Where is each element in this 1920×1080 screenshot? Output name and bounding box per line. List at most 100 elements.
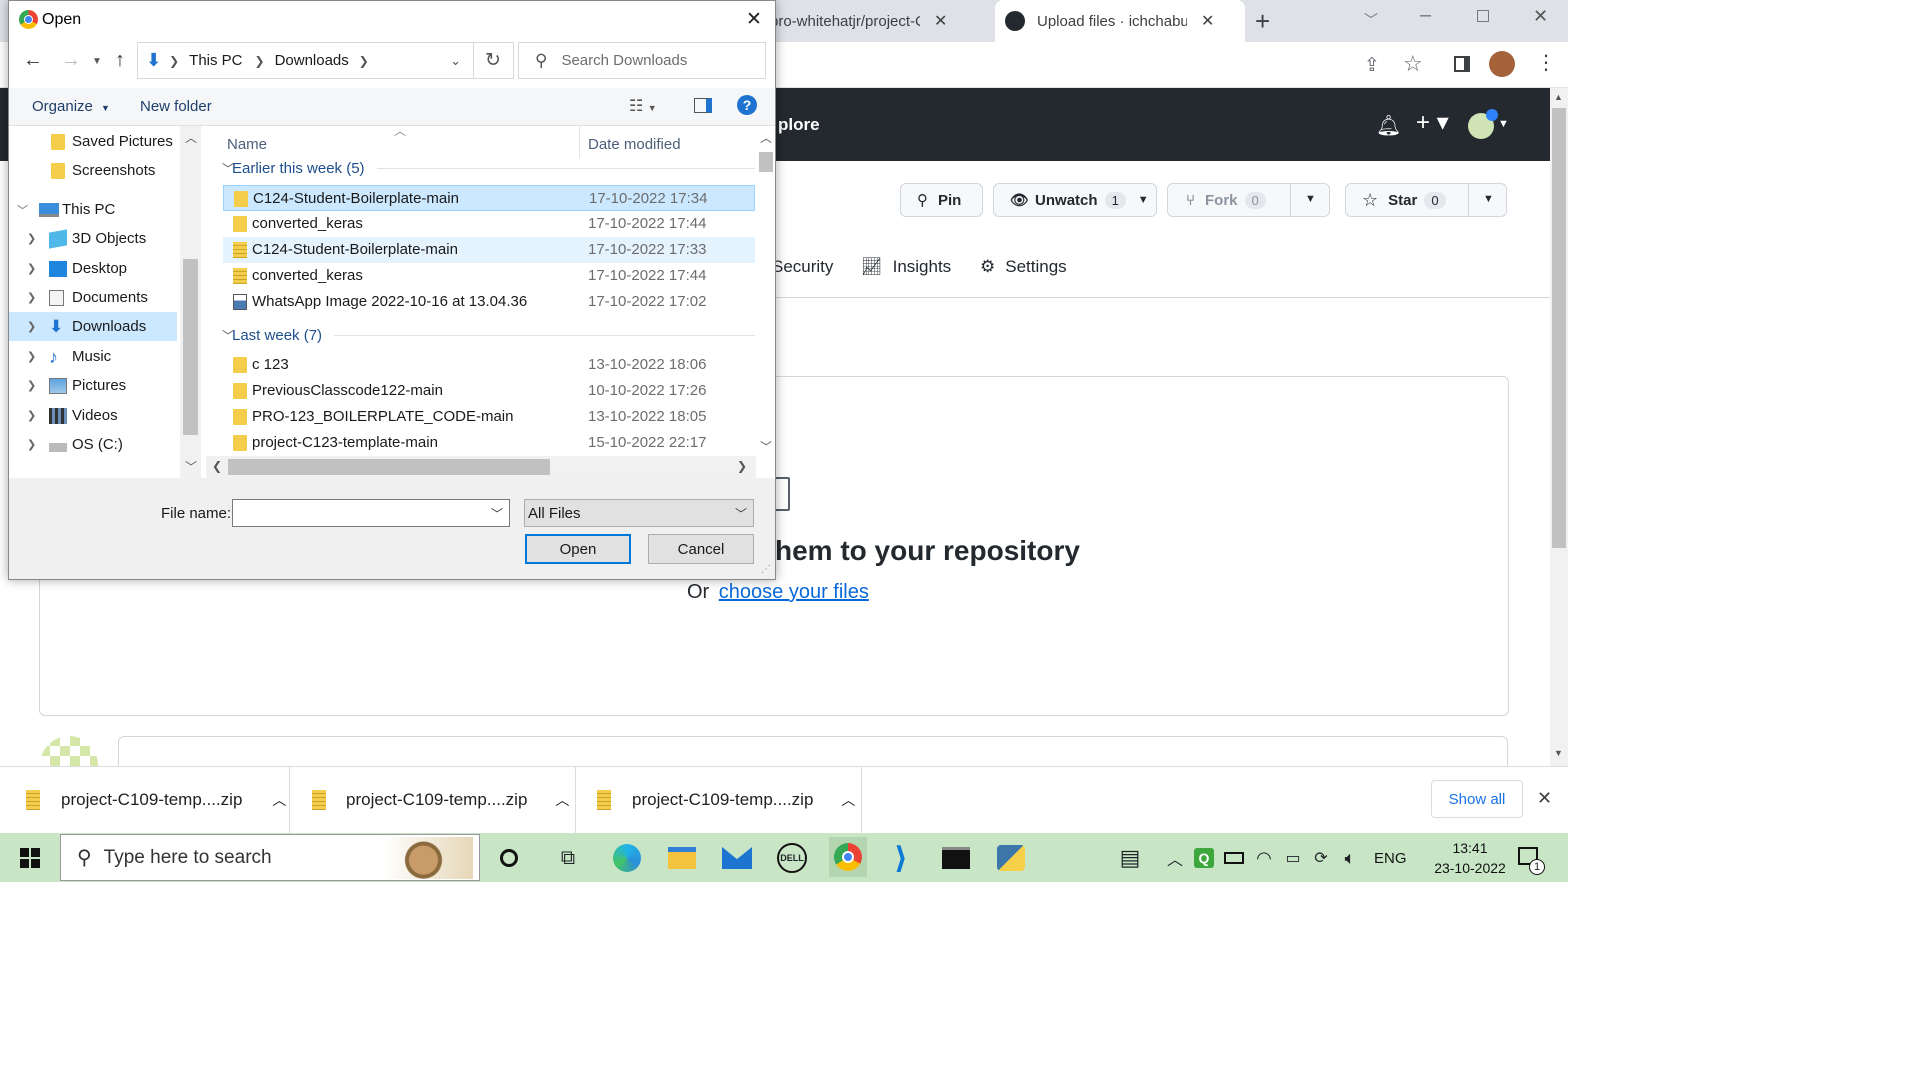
scroll-left-icon[interactable]: ❮ <box>212 459 222 473</box>
file-row[interactable]: PRO-123_BOILERPLATE_CODE-main 13-10-2022… <box>223 404 755 430</box>
group-header[interactable]: ﹀ Last week (7) <box>215 323 755 347</box>
volume-icon[interactable]: 🔈︎ <box>1333 841 1367 875</box>
scroll-thumb[interactable] <box>759 152 773 172</box>
python-icon[interactable] <box>994 841 1028 875</box>
bell-icon[interactable]: 🔔︎ <box>1376 113 1401 138</box>
up-arrow-icon[interactable]: ↑ <box>115 49 125 72</box>
column-header-date[interactable]: Date modified <box>588 136 681 153</box>
file-row[interactable]: WhatsApp Image 2022-10-16 at 13.04.36 17… <box>223 289 755 315</box>
organize-button[interactable]: Organize ▼ <box>32 98 110 115</box>
group-header[interactable]: ﹀ Earlier this week (5) <box>215 156 755 180</box>
scroll-thumb[interactable] <box>1552 108 1566 548</box>
file-row[interactable]: C124-Student-Boilerplate-main 17-10-2022… <box>223 237 755 263</box>
tab-security[interactable]: Security <box>772 257 833 277</box>
view-options-icon[interactable]: ☷ ▼ <box>629 96 657 116</box>
recent-locations-icon[interactable]: ▼ <box>92 56 102 67</box>
window-close-icon[interactable]: ✕ <box>1533 6 1548 27</box>
terminal-icon[interactable] <box>939 841 973 875</box>
vscode-icon[interactable]: ⟩ <box>884 841 918 875</box>
column-header-name[interactable]: Name <box>227 136 267 153</box>
chevron-down-icon[interactable]: ﹀ <box>491 505 503 522</box>
new-folder-button[interactable]: New folder <box>140 98 212 115</box>
task-view-icon[interactable]: ⧉ <box>551 841 585 875</box>
address-bar[interactable]: ⬇ ❯ This PC ❯ Downloads ❯ ⌄ <box>137 42 474 79</box>
forward-arrow-icon[interactable]: → <box>61 49 81 72</box>
star-button[interactable]: ☆ Star 0 ▼ <box>1345 183 1507 217</box>
side-panel-icon[interactable] <box>1454 56 1470 72</box>
search-downloads-box[interactable]: ⚲ Search Downloads <box>518 42 766 79</box>
share-icon[interactable]: ⇪ <box>1364 54 1380 77</box>
new-tab-button[interactable]: + <box>1255 6 1270 37</box>
close-shelf-icon[interactable]: ✕ <box>1537 788 1552 809</box>
profile-avatar[interactable] <box>1489 51 1515 77</box>
scroll-right-icon[interactable]: ❯ <box>737 459 747 473</box>
file-list-vscrollbar[interactable]: ︿ ﹀ <box>757 126 775 456</box>
close-icon[interactable]: ✕ <box>746 8 762 31</box>
language-indicator[interactable]: ENG <box>1374 850 1407 867</box>
chrome-menu-icon[interactable]: ⋮ <box>1536 50 1556 75</box>
minimize-icon[interactable]: – <box>1420 4 1431 27</box>
file-row[interactable]: converted_keras 17-10-2022 17:44 <box>223 263 755 289</box>
file-explorer-icon[interactable] <box>665 841 699 875</box>
clock[interactable]: 13:41 23-10-2022 <box>1430 838 1510 878</box>
download-item[interactable]: project-C109-temp....zip ︿ <box>0 767 290 833</box>
file-type-select[interactable]: All Files ﹀ <box>524 499 754 527</box>
dell-icon[interactable]: DELL <box>775 841 809 875</box>
breadcrumb-this-pc[interactable]: This PC <box>189 52 242 69</box>
header-nav-explore[interactable]: plore <box>778 115 820 135</box>
chevron-up-icon[interactable]: ︿ <box>272 790 286 810</box>
taskbar-search-box[interactable]: ⚲ Type here to search <box>60 834 480 881</box>
mail-icon[interactable] <box>720 841 754 875</box>
battery-icon[interactable] <box>1217 841 1251 875</box>
chevron-up-icon[interactable]: ︿ <box>841 790 855 810</box>
file-row[interactable]: project-C123-template-main 15-10-2022 22… <box>223 430 755 454</box>
download-item[interactable]: project-C109-temp....zip ︿ <box>290 767 576 833</box>
file-row[interactable]: converted_keras 17-10-2022 17:44 <box>223 211 755 237</box>
address-dropdown-icon[interactable]: ⌄ <box>450 53 461 69</box>
preview-pane-icon[interactable] <box>694 98 712 113</box>
chrome-icon[interactable] <box>829 837 867 877</box>
tab-insights[interactable]: 📈︎ Insights <box>861 257 951 277</box>
restore-icon[interactable] <box>1477 10 1489 22</box>
pin-button[interactable]: ⚲ Pin <box>900 183 983 217</box>
chevron-down-icon[interactable]: ▼ <box>1498 118 1509 130</box>
choose-files-link[interactable]: choose your files <box>719 581 869 603</box>
start-button[interactable] <box>13 841 47 875</box>
scroll-up-icon[interactable]: ︿ <box>760 129 772 146</box>
scroll-thumb[interactable] <box>228 459 550 475</box>
bookmark-star-icon[interactable]: ☆ <box>1403 51 1423 77</box>
scroll-down-icon[interactable]: ﹀ <box>760 438 772 455</box>
file-list-hscrollbar[interactable]: ❮ ❯ <box>206 456 756 478</box>
tab-upload-files[interactable]: Upload files · ichchabudh ✕ <box>995 0 1245 42</box>
refresh-button[interactable]: ↻ <box>473 42 514 79</box>
edge-icon[interactable] <box>610 841 644 875</box>
resize-grip-icon[interactable]: ⋰ <box>761 564 771 575</box>
chevron-up-icon[interactable]: ︿ <box>555 790 569 810</box>
show-all-button[interactable]: Show all <box>1431 780 1523 818</box>
file-row[interactable]: PreviousClasscode122-main 10-10-2022 17:… <box>223 378 755 404</box>
cortana-icon[interactable] <box>492 841 526 875</box>
close-icon[interactable]: ✕ <box>934 11 947 31</box>
unwatch-button[interactable]: 👁︎ Unwatch 1 ▼ <box>993 183 1157 217</box>
scroll-up-icon[interactable]: ▲ <box>1554 92 1563 102</box>
news-widget-icon[interactable]: ▤ <box>1113 841 1147 875</box>
scroll-down-icon[interactable]: ▼ <box>1554 748 1563 758</box>
open-button[interactable]: Open <box>525 534 631 564</box>
page-scrollbar[interactable]: ▲ ▼ <box>1550 88 1568 766</box>
tab-settings[interactable]: ⚙ Settings <box>980 257 1067 277</box>
tab-whitehatjr[interactable]: pro-whitehatjr/project-C1 ✕ <box>770 0 990 42</box>
file-row[interactable]: C124-Student-Boilerplate-main 17-10-2022… <box>223 185 755 211</box>
cancel-button[interactable]: Cancel <box>648 534 754 564</box>
download-item[interactable]: project-C109-temp....zip ︿ <box>576 767 862 833</box>
close-icon[interactable]: ✕ <box>1201 11 1214 31</box>
qbittorrent-icon[interactable]: Q <box>1187 841 1221 875</box>
create-new-icon[interactable]: + ▾ <box>1416 108 1449 137</box>
fork-button[interactable]: ⑂ Fork 0 ▼ <box>1167 183 1330 217</box>
help-icon[interactable]: ? <box>737 95 757 115</box>
file-name-input[interactable]: ﹀ <box>232 499 510 527</box>
notification-center-icon[interactable]: 1 <box>1518 847 1545 875</box>
back-arrow-icon[interactable]: ← <box>23 49 43 72</box>
tab-search-icon[interactable]: ﹀ <box>1364 10 1378 30</box>
file-row[interactable]: c 123 13-10-2022 18:06 <box>223 352 755 378</box>
breadcrumb-downloads[interactable]: Downloads <box>275 52 349 69</box>
